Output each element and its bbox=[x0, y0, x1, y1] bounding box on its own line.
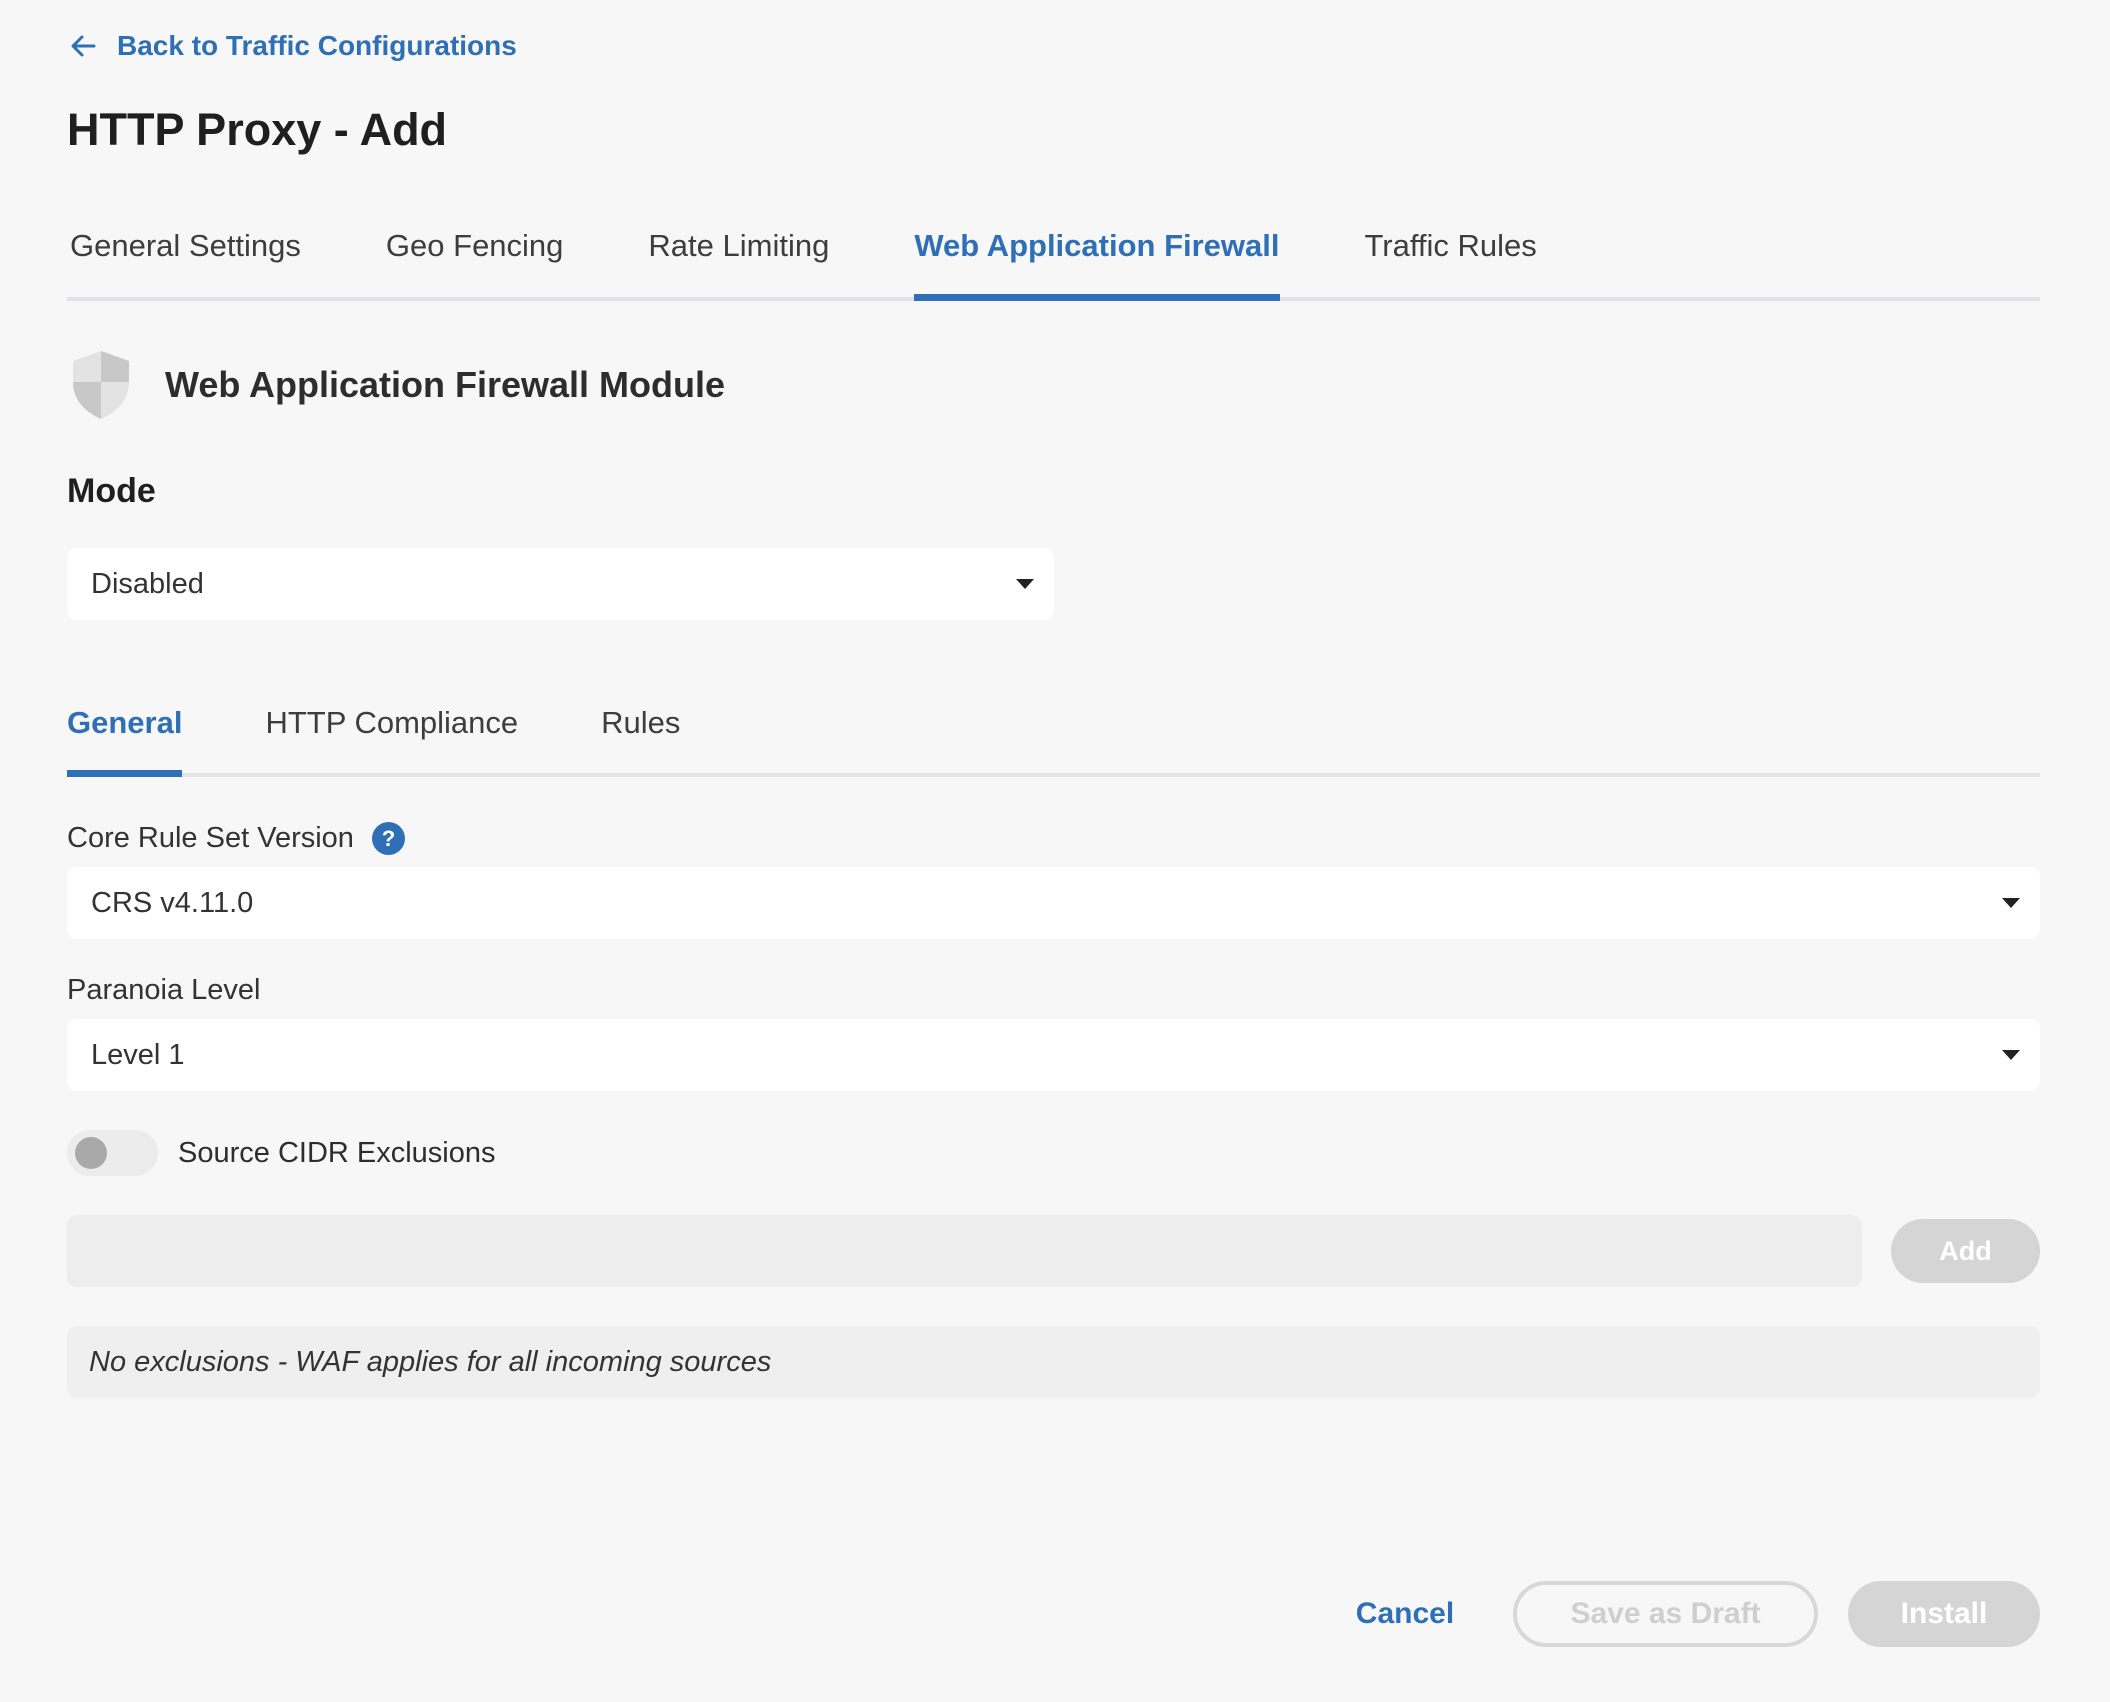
add-button[interactable]: Add bbox=[1891, 1219, 2040, 1283]
tab-web-application-firewall[interactable]: Web Application Firewall bbox=[914, 218, 1280, 301]
crs-label-row: Core Rule Set Version ? bbox=[67, 822, 405, 855]
cidr-input[interactable] bbox=[67, 1215, 1862, 1287]
crs-version-select[interactable]: CRS v4.11.0 bbox=[67, 867, 2040, 939]
exclusions-empty-message: No exclusions - WAF applies for all inco… bbox=[67, 1326, 2040, 1398]
caret-down-icon bbox=[2002, 1050, 2020, 1060]
shield-icon bbox=[73, 351, 129, 419]
page-title: HTTP Proxy - Add bbox=[67, 104, 448, 155]
crs-version-value: CRS v4.11.0 bbox=[91, 886, 254, 919]
tab-rules[interactable]: Rules bbox=[601, 695, 680, 773]
cancel-button[interactable]: Cancel bbox=[1340, 1581, 1470, 1647]
main-tabs: General Settings Geo Fencing Rate Limiti… bbox=[67, 218, 2040, 301]
tab-geo-fencing[interactable]: Geo Fencing bbox=[386, 218, 564, 297]
mode-select[interactable]: Disabled bbox=[67, 548, 1054, 620]
caret-down-icon bbox=[2002, 898, 2020, 908]
caret-down-icon bbox=[1016, 579, 1034, 589]
cidr-exclusions-toggle[interactable] bbox=[67, 1130, 158, 1176]
tab-traffic-rules[interactable]: Traffic Rules bbox=[1365, 218, 1537, 297]
back-link-label: Back to Traffic Configurations bbox=[117, 30, 517, 61]
paranoia-level-value: Level 1 bbox=[91, 1038, 185, 1071]
paranoia-level-select[interactable]: Level 1 bbox=[67, 1019, 2040, 1091]
tab-rate-limiting[interactable]: Rate Limiting bbox=[648, 218, 829, 297]
sub-tabs: General HTTP Compliance Rules bbox=[67, 695, 2040, 777]
crs-label: Core Rule Set Version bbox=[67, 822, 354, 854]
toggle-knob bbox=[75, 1137, 107, 1169]
save-as-draft-button[interactable]: Save as Draft bbox=[1513, 1581, 1818, 1647]
page: Back to Traffic Configurations HTTP Prox… bbox=[0, 0, 2110, 1702]
tab-general[interactable]: General bbox=[67, 695, 183, 777]
module-title: Web Application Firewall Module bbox=[165, 364, 726, 405]
tab-general-settings[interactable]: General Settings bbox=[70, 218, 301, 297]
mode-value: Disabled bbox=[91, 567, 204, 600]
back-link[interactable]: Back to Traffic Configurations bbox=[67, 30, 517, 62]
module-header: Web Application Firewall Module bbox=[67, 348, 725, 422]
paranoia-label: Paranoia Level bbox=[67, 974, 261, 1006]
arrow-left-icon bbox=[71, 35, 96, 57]
cidr-exclusions-label: Source CIDR Exclusions bbox=[178, 1136, 496, 1169]
cidr-exclusions-row: Source CIDR Exclusions bbox=[67, 1130, 496, 1176]
help-icon[interactable]: ? bbox=[371, 822, 405, 855]
tab-http-compliance[interactable]: HTTP Compliance bbox=[265, 695, 518, 773]
mode-label: Mode bbox=[67, 472, 156, 510]
install-button[interactable]: Install bbox=[1848, 1581, 2040, 1647]
